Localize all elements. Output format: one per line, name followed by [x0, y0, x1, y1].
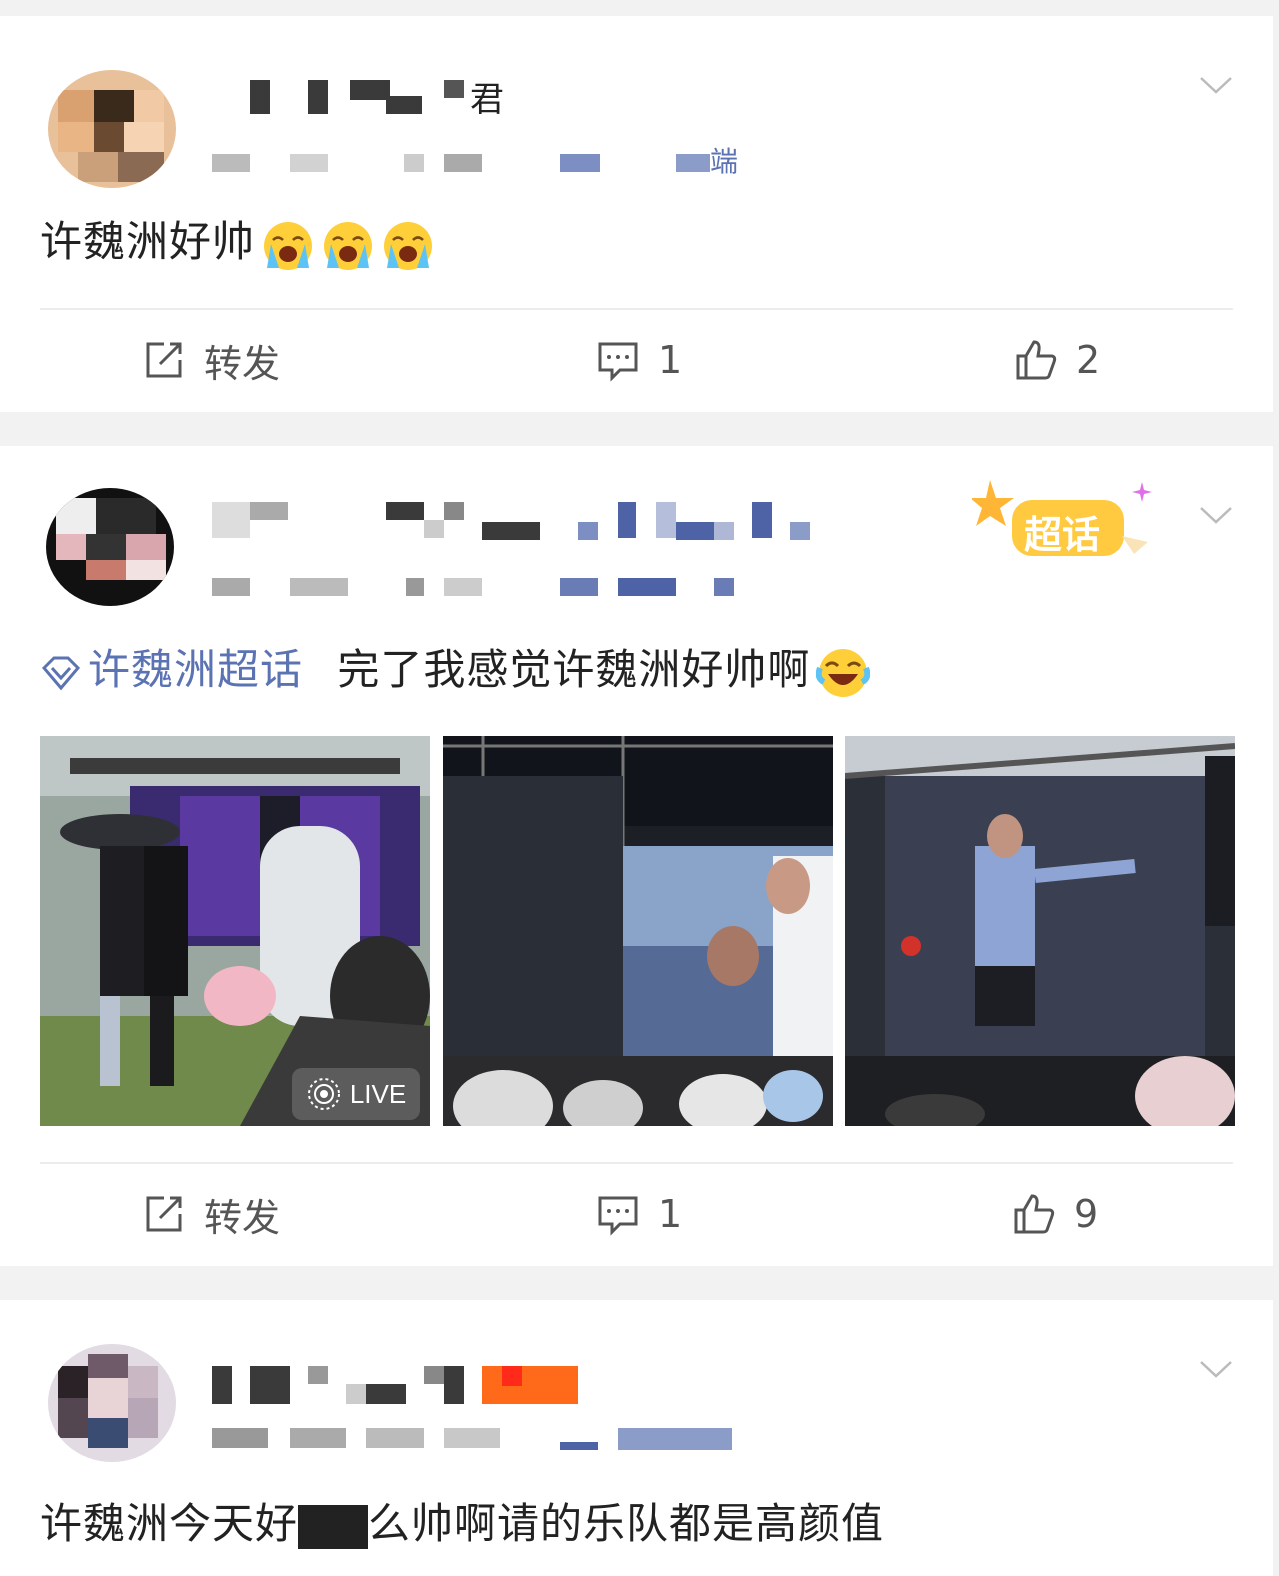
super-topic-badge[interactable]: 超话 — [970, 476, 1172, 586]
post-text-part: 么帅啊请的 — [368, 1499, 584, 1548]
username-blurred[interactable]: 君 — [210, 76, 510, 120]
comment-count: 1 — [658, 1192, 683, 1236]
diamond-icon — [41, 656, 81, 690]
repost-button[interactable]: 转发 — [142, 1166, 280, 1262]
post-text-part: 许魏洲今天好 — [40, 1499, 299, 1548]
repost-button[interactable]: 转发 — [142, 312, 280, 408]
post-source-suffix: 端 — [710, 145, 739, 178]
post-card: 许魏洲今天好 么帅啊请的乐队都是高颜值 — [0, 1300, 1273, 1576]
divider — [40, 308, 1233, 310]
live-label: LIVE — [349, 1078, 407, 1109]
post-card: 超话 许魏洲超话 完了我感觉许魏洲好帅啊 LIVE 转发 1 9 — [0, 446, 1273, 1266]
laughing-crying-emoji — [816, 648, 871, 697]
username-blurred[interactable] — [210, 1360, 590, 1408]
repost-icon — [146, 342, 182, 378]
action-bar: 转发 1 2 — [0, 312, 1273, 408]
live-badge: LIVE — [292, 1068, 420, 1120]
topic-link[interactable]: 许魏洲超话 — [40, 645, 303, 694]
avatar[interactable] — [48, 70, 176, 188]
post-text: 许魏洲超话 完了我感觉许魏洲好帅啊 — [40, 644, 871, 700]
redacted-block — [298, 1504, 369, 1549]
crying-emoji — [264, 221, 313, 270]
thumbs-up-icon — [1014, 1194, 1055, 1234]
super-topic-label: 超话 — [1024, 513, 1101, 557]
repost-label: 转发 — [204, 1195, 281, 1240]
post-text-part: 乐队都是高颜值 — [583, 1499, 885, 1548]
post-text: 许魏洲今天好 么帅啊请的乐队都是高颜值 — [40, 1498, 884, 1550]
post-meta-blurred: 端 — [210, 142, 750, 178]
post-image[interactable]: LIVE — [40, 736, 430, 1126]
avatar[interactable] — [48, 1344, 176, 1462]
post-meta-blurred — [210, 1426, 750, 1460]
crying-emoji — [324, 221, 373, 270]
divider — [40, 1162, 1233, 1164]
comment-icon — [598, 1196, 638, 1236]
chevron-down-icon[interactable] — [1199, 68, 1233, 102]
thumbs-up-icon — [1016, 340, 1057, 380]
username-suffix: 君 — [470, 80, 504, 120]
action-bar: 转发 1 9 — [0, 1166, 1273, 1262]
post-card: 君 端 许魏洲好帅 转发 1 2 — [0, 16, 1273, 412]
like-count: 9 — [1074, 1192, 1099, 1236]
username-blurred[interactable] — [210, 496, 830, 540]
repost-label: 转发 — [204, 341, 281, 386]
chevron-down-icon[interactable] — [1199, 498, 1233, 532]
comment-button[interactable]: 1 — [596, 1166, 682, 1262]
topic-link-text: 许魏洲超话 — [88, 645, 304, 694]
avatar[interactable] — [46, 488, 174, 606]
crying-emoji — [384, 221, 433, 270]
chevron-down-icon[interactable] — [1199, 1352, 1233, 1386]
repost-icon — [146, 1196, 182, 1232]
comment-button[interactable]: 1 — [596, 312, 682, 408]
like-count: 2 — [1076, 338, 1101, 382]
post-text: 许魏洲好帅 — [40, 216, 435, 272]
comment-icon — [598, 342, 638, 382]
post-image[interactable] — [443, 736, 833, 1126]
comment-count: 1 — [658, 338, 683, 382]
like-button[interactable]: 2 — [1014, 312, 1100, 408]
post-text-content: 许魏洲好帅 — [40, 217, 256, 266]
live-icon — [307, 1078, 340, 1110]
post-meta-blurred — [210, 574, 750, 608]
like-button[interactable]: 9 — [1012, 1166, 1098, 1262]
post-text-content: 完了我感觉许魏洲好帅啊 — [337, 645, 811, 694]
post-image[interactable] — [845, 736, 1235, 1126]
